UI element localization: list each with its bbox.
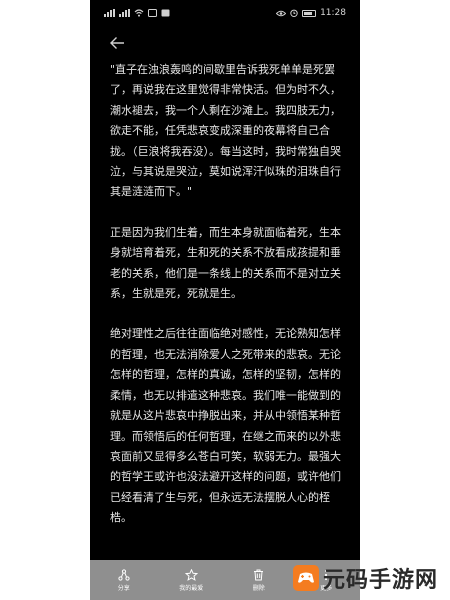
article-paragraph: "直子在浊浪轰鸣的间歇里告诉我死单单是死罢了，再说我在这里觉得非常快活。但为时不… bbox=[110, 63, 341, 199]
alarm-icon bbox=[290, 9, 298, 17]
delete-label: 删除 bbox=[252, 584, 265, 592]
phone-screen: 11:28 "直子在浊浪轰鸣的间歇里告诉我死单单是死罢了，再说我在这里觉得非常快… bbox=[90, 0, 360, 600]
arrow-left-icon bbox=[110, 37, 124, 49]
status-left bbox=[104, 9, 170, 17]
share-label: 分享 bbox=[117, 584, 130, 592]
eye-icon bbox=[276, 10, 287, 16]
clock-time: 11:28 bbox=[320, 8, 346, 18]
star-icon bbox=[184, 568, 198, 581]
share-button[interactable]: 分享 bbox=[90, 568, 158, 592]
gamepad-logo-icon bbox=[292, 565, 319, 591]
status-right: 11:28 bbox=[276, 8, 346, 18]
signal-icon bbox=[104, 9, 115, 17]
site-watermark: 元码手游网 bbox=[292, 562, 438, 594]
app-notification-icon bbox=[161, 9, 170, 17]
wifi-icon bbox=[134, 9, 144, 17]
signal-icon bbox=[119, 9, 130, 17]
battery-icon bbox=[302, 9, 317, 17]
trash-icon bbox=[254, 569, 264, 580]
article-body: "直子在浊浪轰鸣的间歇里告诉我死单单是死罢了，再说我在这里觉得非常快活。但为时不… bbox=[110, 60, 344, 549]
article-paragraph: 绝对理性之后往往面临绝对感性，无论熟知怎样的哲理，也无法消除爱人之死带来的悲哀。… bbox=[110, 327, 341, 525]
back-button[interactable] bbox=[106, 32, 128, 54]
favorite-button[interactable]: 我的最爱 bbox=[158, 568, 226, 592]
article-paragraph: 正是因为我们生着，而生本身就面临着死，生本身就培育着死，生和死的关系不放看成孩提… bbox=[110, 225, 341, 301]
share-icon bbox=[118, 568, 130, 581]
delete-button[interactable]: 删除 bbox=[225, 569, 293, 592]
app-notification-icon bbox=[148, 9, 157, 17]
status-bar: 11:28 bbox=[90, 0, 360, 26]
favorite-label: 我的最爱 bbox=[179, 584, 204, 592]
watermark-text: 元码手游网 bbox=[322, 568, 438, 593]
